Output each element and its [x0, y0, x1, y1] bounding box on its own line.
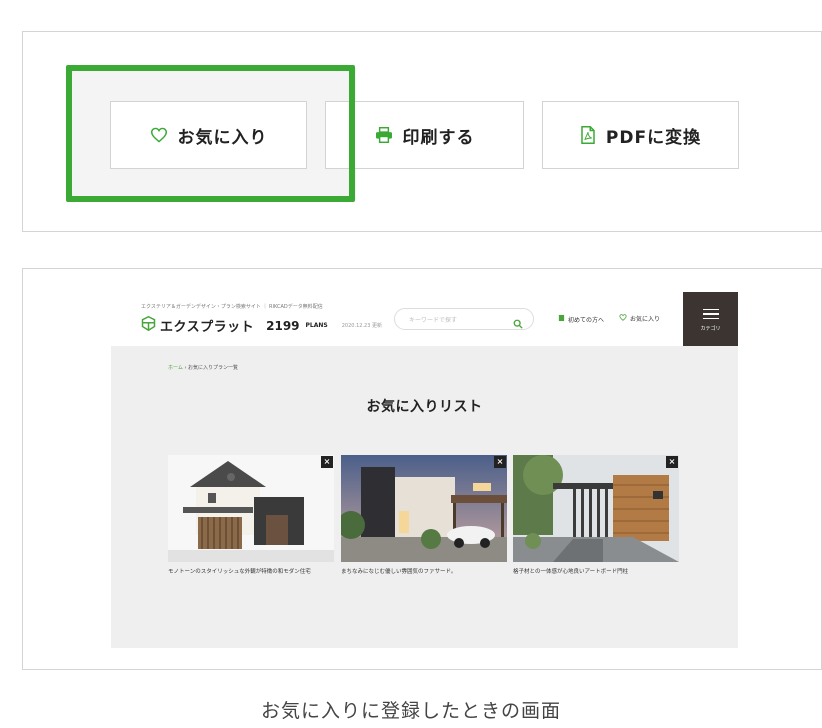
highlight-frame	[66, 65, 355, 202]
search-placeholder: キーワードで探す	[409, 317, 458, 324]
card-image[interactable]: ×	[168, 455, 334, 562]
printer-icon	[375, 127, 393, 143]
breadcrumb-current: お気に入りプラン一覧	[188, 365, 239, 371]
nav-favorite[interactable]: お気に入り	[619, 314, 660, 323]
remove-favorite-button[interactable]: ×	[321, 456, 333, 468]
logo-icon	[141, 315, 156, 335]
category-menu-button[interactable]: カテゴリ	[683, 292, 738, 346]
nav-favorite-label: お気に入り	[630, 316, 661, 323]
updated-date: 2020.12.23 更新	[341, 323, 382, 329]
menu-label: カテゴリ	[700, 326, 721, 333]
site-logo[interactable]: エクスプラット 2199 PLANS 2020.12.23 更新	[141, 315, 382, 335]
figure-caption: お気に入りに登録したときの画面	[260, 700, 561, 722]
pdf-button-label: PDFに変換	[605, 127, 702, 148]
pdf-button[interactable]: PDFに変換	[542, 101, 739, 169]
site-tagline: エクステリア＆ガーデンデザイン・プラン検索サイト ｜ RIKCADデータ無料配信	[141, 304, 323, 310]
site-preview-panel: エクステリア＆ガーデンデザイン・プラン検索サイト ｜ RIKCADデータ無料配信…	[22, 268, 822, 670]
search-input[interactable]: キーワードで探す	[394, 308, 534, 330]
favorite-card[interactable]: × モノトーンのスタイリッシュな外観が特徴の和モダン住宅	[168, 455, 334, 576]
nav-first-time[interactable]: 初めての方へ	[558, 314, 604, 324]
card-image[interactable]: ×	[513, 455, 679, 562]
site-header: エクステリア＆ガーデンデザイン・プラン検索サイト ｜ RIKCADデータ無料配信…	[111, 292, 738, 346]
remove-favorite-button[interactable]: ×	[666, 456, 678, 468]
card-caption: まちなみになじむ優しい雰囲気のファサード。	[341, 569, 457, 575]
favorite-card[interactable]: × 格子材との一体感が心地良いアートボード門柱	[513, 455, 679, 576]
heart-icon	[619, 314, 627, 323]
print-button-label: 印刷する	[402, 127, 475, 148]
card-caption: モノトーンのスタイリッシュな外観が特徴の和モダン住宅	[168, 569, 311, 575]
plan-unit: PLANS	[305, 322, 328, 329]
breadcrumb-home[interactable]: ホーム	[168, 365, 183, 371]
site-window: エクステリア＆ガーデンデザイン・プラン検索サイト ｜ RIKCADデータ無料配信…	[111, 292, 738, 648]
book-icon	[558, 314, 565, 324]
pdf-file-icon	[580, 126, 596, 144]
remove-favorite-button[interactable]: ×	[494, 456, 506, 468]
favorite-card[interactable]: × まちなみになじむ優しい雰囲気のファサード。	[341, 455, 507, 576]
breadcrumb: ホーム › お気に入りプラン一覧	[168, 364, 238, 371]
site-main: ホーム › お気に入りプラン一覧 お気に入りリスト × モノトーンのスタイリッシ…	[111, 346, 738, 648]
plan-count: 2199	[266, 318, 300, 333]
card-caption: 格子材との一体感が心地良いアートボード門柱	[513, 569, 629, 575]
logo-text: エクスプラット	[160, 320, 255, 335]
page-title: お気に入りリスト	[366, 399, 483, 415]
nav-first-label: 初めての方へ	[568, 316, 605, 324]
card-image[interactable]: ×	[341, 455, 507, 562]
search-icon[interactable]	[513, 314, 523, 333]
hamburger-icon	[702, 306, 719, 323]
